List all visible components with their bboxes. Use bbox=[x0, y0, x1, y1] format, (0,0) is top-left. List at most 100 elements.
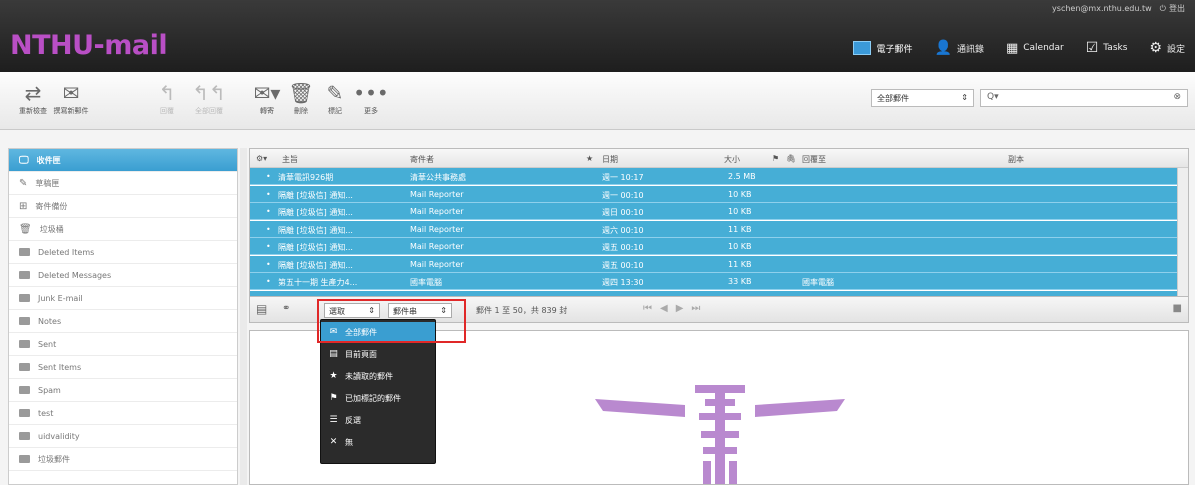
cell-subject: 隔離 [垃圾信] 通知... bbox=[278, 208, 353, 217]
col-replyto[interactable]: 回覆至 bbox=[802, 154, 826, 165]
folder-label: 垃圾桶 bbox=[39, 224, 64, 234]
folder-item[interactable]: Sent Items bbox=[9, 356, 237, 379]
reply-all-button[interactable]: ↰↰ 全部回覆 bbox=[190, 80, 228, 116]
sent-icon: ⊞ bbox=[19, 200, 28, 212]
cell-subject: 第五十一期 生產力4... bbox=[278, 278, 358, 287]
pager-icons[interactable]: ⏮◀▶⏭ bbox=[643, 303, 708, 314]
row-bullet: • bbox=[266, 259, 271, 269]
row-bullet: • bbox=[266, 224, 271, 234]
list-scrollbar[interactable] bbox=[1177, 168, 1188, 296]
cell-size: 11 KB bbox=[728, 224, 752, 234]
col-attachment-icon[interactable]: 🖇 bbox=[786, 154, 796, 163]
user-bar: yschen@mx.nthu.edu.tw ⏻ 登出 bbox=[1052, 3, 1185, 14]
folder-icon bbox=[19, 271, 30, 279]
folder-item[interactable]: Spam bbox=[9, 379, 237, 402]
compose-button[interactable]: ✉ 撰寫新郵件 bbox=[52, 80, 90, 116]
col-flag-icon[interactable]: ⚑ bbox=[772, 154, 779, 163]
col-subject[interactable]: 主旨 bbox=[282, 154, 298, 165]
folder-item[interactable]: 🗑 垃圾桶 bbox=[9, 218, 237, 241]
folder-icon bbox=[19, 317, 30, 325]
clear-search-icon[interactable]: ⊗ bbox=[1173, 92, 1181, 104]
list-options-icon[interactable]: ⚙▾ bbox=[256, 154, 267, 163]
search-scope-select[interactable]: 全部郵件 ⇕ bbox=[871, 89, 974, 107]
col-from[interactable]: 寄件者 bbox=[410, 154, 434, 165]
logout-button[interactable]: ⏻ 登出 bbox=[1160, 3, 1185, 14]
refresh-button[interactable]: ⇄ 重新檢查 bbox=[14, 80, 52, 116]
more-button[interactable]: ••• 更多 bbox=[352, 80, 390, 116]
dropdown-item[interactable]: ★ 未讀取的郵件 bbox=[321, 366, 435, 386]
cell-date: 週六 00:10 bbox=[602, 225, 644, 235]
col-size[interactable]: 大小 bbox=[724, 154, 740, 165]
col-cc[interactable]: 副本 bbox=[1008, 154, 1024, 165]
dropdown-item[interactable]: ✕ 無 bbox=[321, 432, 435, 452]
compose-icon: ✉ bbox=[62, 81, 80, 105]
folder-item[interactable]: Junk E-mail bbox=[9, 287, 237, 310]
cell-size: 11 KB bbox=[728, 259, 752, 269]
folder-item[interactable]: 垃圾郵件 bbox=[9, 448, 237, 471]
reply-button[interactable]: ↰ 回覆 bbox=[148, 80, 186, 116]
table-row[interactable]: • 隔離 [垃圾信] 通知... Mail Reporter 週五 00:10 11 K… bbox=[250, 255, 1178, 273]
user-email: yschen@mx.nthu.edu.tw bbox=[1052, 4, 1152, 13]
table-row[interactable]: • 第五十一期 生產力4... 國率電腦 週四 13:30 33 KB 國率電腦 bbox=[250, 273, 1178, 290]
maximize-preview-icon[interactable]: ■ bbox=[1173, 303, 1182, 314]
search-input[interactable]: Q▾ ⊗ bbox=[980, 89, 1188, 107]
folder-item[interactable]: Notes bbox=[9, 310, 237, 333]
folder-item[interactable]: uidvalidity bbox=[9, 425, 237, 448]
layout-icon[interactable]: ▤ bbox=[256, 302, 267, 316]
table-row[interactable]: • 隔離 [垃圾信] 通知... Mail Reporter 週六 00:10 11 K… bbox=[250, 220, 1178, 238]
dropdown-item[interactable]: ☰ 反選 bbox=[321, 410, 435, 430]
folder-item[interactable]: Sent bbox=[9, 333, 237, 356]
cell-from: Mail Reporter bbox=[410, 259, 464, 269]
folder-icon bbox=[19, 432, 30, 440]
folder-label: Deleted Items bbox=[38, 247, 95, 257]
task-settings[interactable]: ⚙ 設定 bbox=[1145, 36, 1189, 60]
cell-replyto: 國率電腦 bbox=[802, 278, 834, 287]
mark-icon: ✎ bbox=[326, 81, 344, 105]
table-row[interactable]: • 清華電訊926期 清華公共事務處 週一 10:17 2.5 MB bbox=[250, 168, 1178, 185]
delete-button[interactable]: 🗑 刪除 bbox=[282, 80, 320, 116]
folder-item[interactable]: ✎ 草稿匣 bbox=[9, 172, 237, 195]
mark-button[interactable]: ✎ 標記 bbox=[316, 80, 354, 116]
folder-item[interactable]: ⊞ 寄件備份 bbox=[9, 195, 237, 218]
cell-subject: 隔離 [垃圾信] 通知... bbox=[278, 190, 353, 200]
reply-icon: ↰ bbox=[158, 81, 176, 105]
table-row[interactable]: • 隔離 [垃圾信] 通知... Mail Reporter 週五 00:10 10 K… bbox=[250, 238, 1178, 255]
cell-date: 週四 13:30 bbox=[602, 278, 644, 287]
folder-list: 🖵 收件匣 ✎ 草稿匣 ⊞ 寄件備份 🗑 垃圾桶 Deleted Items Deleted Me… bbox=[8, 148, 238, 485]
table-row[interactable]: • 隔離 [垃圾信] 通知... Mail Reporter 週一 00:10 10 K… bbox=[250, 185, 1178, 203]
trash-icon: 🗑 bbox=[19, 223, 32, 235]
page-icon: ▤ bbox=[329, 349, 338, 359]
pane-splitter[interactable] bbox=[240, 148, 247, 485]
folder-label: Deleted Messages bbox=[38, 270, 112, 280]
folder-label: Notes bbox=[38, 316, 62, 326]
col-flag-star[interactable]: ★ bbox=[586, 154, 593, 163]
folder-icon bbox=[19, 363, 30, 371]
cell-size: 2.5 MB bbox=[728, 172, 756, 181]
dropdown-item[interactable]: ⚑ 已加標記的郵件 bbox=[321, 388, 435, 408]
cell-from: Mail Reporter bbox=[410, 242, 464, 251]
dropdown-item[interactable]: ▤ 目前頁面 bbox=[321, 344, 435, 364]
thread-toggle-icon[interactable]: ⚭ bbox=[282, 303, 290, 314]
cell-date: 週五 00:10 bbox=[602, 260, 644, 270]
task-tasks[interactable]: ☑ Tasks bbox=[1082, 36, 1132, 60]
calendar-icon: ▦ bbox=[1005, 40, 1019, 56]
dropdown-item-label: 目前頁面 bbox=[345, 349, 377, 359]
forward-button[interactable]: ✉▾ 轉寄 bbox=[248, 80, 286, 116]
cell-size: 33 KB bbox=[728, 277, 752, 286]
dropdown-item-label: 已加標記的郵件 bbox=[345, 393, 401, 403]
task-mail[interactable]: 電子郵件 bbox=[849, 36, 916, 60]
folder-item[interactable]: test bbox=[9, 402, 237, 425]
cell-size: 10 KB bbox=[728, 242, 752, 251]
task-calendar[interactable]: ▦ Calendar bbox=[1002, 36, 1068, 60]
dropdown-item-label: 未讀取的郵件 bbox=[345, 371, 393, 381]
folder-item[interactable]: 🖵 收件匣 bbox=[9, 149, 237, 172]
cell-subject: 隔離 [垃圾信] 通知... bbox=[278, 260, 353, 270]
table-row[interactable]: • 隔離 [垃圾信] 通知... Mail Reporter 週日 00:10 10 K… bbox=[250, 203, 1178, 220]
folder-item[interactable]: Deleted Messages bbox=[9, 264, 237, 287]
task-contacts[interactable]: 👤 通訊錄 bbox=[931, 36, 988, 60]
folder-label: 草稿匣 bbox=[35, 178, 60, 188]
folder-item[interactable]: Deleted Items bbox=[9, 241, 237, 264]
cell-subject: 隔離 [垃圾信] 通知... bbox=[278, 225, 353, 235]
university-emblem-icon bbox=[595, 385, 845, 484]
col-date[interactable]: 日期 bbox=[602, 154, 618, 165]
